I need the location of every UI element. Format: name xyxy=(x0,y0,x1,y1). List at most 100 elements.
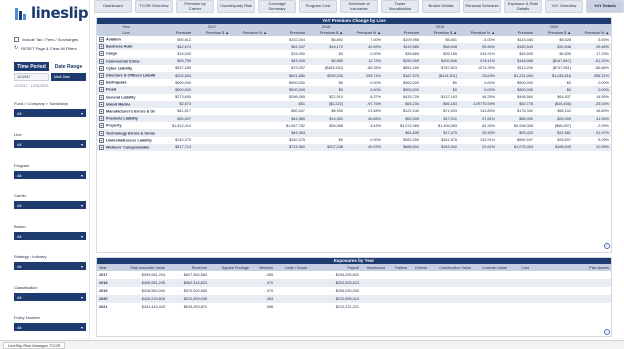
info-icon[interactable]: i xyxy=(604,329,610,335)
chevron-down-icon: ▾ xyxy=(80,233,83,239)
nav-tab-yoy-details[interactable]: YoY Details xyxy=(586,0,624,13)
exposures-column-header[interactable]: Plan Assets xyxy=(531,264,611,271)
line-label: Property xyxy=(106,123,122,128)
nav-tab-coverage-summary[interactable]: Coverage Summary xyxy=(258,0,296,13)
date-to-select[interactable]: Mark Date xyxy=(51,73,86,81)
table-cell: $43,349 xyxy=(269,57,307,65)
table-cell: 1074.25% xyxy=(459,64,497,72)
expand-icon[interactable]: + xyxy=(99,108,104,114)
chevron-down-icon: ▾ xyxy=(80,202,83,208)
nav-tab-yoy-overview[interactable]: YoY Overview xyxy=(545,0,583,13)
expand-icon[interactable]: + xyxy=(99,80,104,86)
table-cell: $341,875 xyxy=(421,136,459,144)
expand-icon[interactable]: + xyxy=(99,137,104,143)
expand-icon[interactable]: + xyxy=(99,51,104,57)
exposures-column-header[interactable]: Drivers xyxy=(409,264,429,271)
table-cell: $61,047 xyxy=(269,43,307,51)
exposures-column-header[interactable]: Trailers xyxy=(387,264,409,271)
filter-select-line[interactable]: All ▾ xyxy=(14,140,86,148)
filter-select-carrier[interactable]: All ▾ xyxy=(14,201,86,209)
exposures-cell: $575,002,689 xyxy=(167,287,209,295)
table-cell: $851,160 xyxy=(383,64,421,72)
filter-select-program[interactable]: All ▾ xyxy=(14,171,86,179)
table-row: + Umbrella/Excess Liability $240,375 $240,3… xyxy=(97,136,611,144)
nav-tab-tower-visualization[interactable]: Tower Visualization xyxy=(381,0,419,13)
table-cell: $18,172 xyxy=(307,43,345,51)
exposures-column-header[interactable]: Year xyxy=(97,264,115,271)
exposures-column-header[interactable]: Construction Value xyxy=(429,264,473,271)
expand-icon[interactable]: + xyxy=(99,123,104,129)
filter-select-fund[interactable]: All ▾ xyxy=(14,109,86,117)
expand-icon[interactable]: + xyxy=(99,94,104,100)
tab-date-range[interactable]: Date Range xyxy=(51,62,86,71)
exposures-column-header[interactable]: Headcount xyxy=(361,264,387,271)
expand-icon[interactable]: + xyxy=(99,101,104,107)
table-cell xyxy=(193,64,231,72)
table-cell xyxy=(231,43,269,51)
expand-icon[interactable]: + xyxy=(99,116,104,122)
exposures-column-header[interactable]: Payroll xyxy=(309,264,361,271)
exposures-row: 2018 $405,081,245 $562,316,823 479 $202,525,… xyxy=(97,279,611,287)
exposures-cell: 479 xyxy=(251,279,275,287)
nav-tab-counterparty-risk[interactable]: Counterparty Risk xyxy=(217,0,255,13)
chevron-down-icon: ▾ xyxy=(80,141,83,147)
table-cell: $26,165 xyxy=(421,50,459,58)
expand-icon[interactable]: + xyxy=(99,44,104,50)
table-cell: $30,637 xyxy=(155,115,193,123)
nav-tab-exposure-rate-details[interactable]: Exposure & Rate Details xyxy=(504,0,542,13)
info-icon[interactable]: i xyxy=(604,243,610,249)
table-cell: $56,102 xyxy=(535,107,573,116)
table-cell: 0.00% xyxy=(459,79,497,87)
exposures-cell xyxy=(361,287,387,295)
exposures-cell xyxy=(429,303,473,311)
date-from-input[interactable]: 1/1/2017 xyxy=(14,73,49,81)
exposures-column-header[interactable]: Contract Value xyxy=(473,264,509,271)
nav-tab-dashboard[interactable]: Dashboard xyxy=(94,0,132,13)
nav-tab-program-cost[interactable]: Program Cost xyxy=(299,0,337,13)
table-cell: 133.91% xyxy=(459,136,497,144)
reset-filters-button[interactable]: ↻ RESET Page & Clear All Filters xyxy=(14,45,77,51)
exposures-cell xyxy=(531,271,611,279)
exposures-column-header[interactable]: Total Insurable Value xyxy=(115,264,167,271)
expand-icon[interactable]: + xyxy=(99,144,104,150)
exposures-column-header[interactable]: Revenue xyxy=(167,264,209,271)
chevron-down-icon: ▾ xyxy=(80,324,83,330)
table-cell: $5,651 xyxy=(421,36,459,44)
filter-label-carrier: Carrier xyxy=(14,193,27,198)
table-row: + Cargo $15,000 $15,000 $0 0.00% $39,665 $26,16… xyxy=(97,50,611,58)
line-label: Cyber Liability xyxy=(106,66,133,71)
nav-tab-broker-details[interactable]: Broker Details xyxy=(422,0,460,13)
table-cell: $0 xyxy=(307,86,345,94)
exposures-column-header[interactable]: Square Footage xyxy=(209,264,251,271)
nav-tab-schedule-of-insurance[interactable]: Schedule of Insurance xyxy=(340,0,378,13)
nav-tab-renewal-schedule[interactable]: Renewal Schedule xyxy=(463,0,501,13)
expand-icon[interactable]: + xyxy=(99,65,104,71)
filter-select-broker[interactable]: All ▾ xyxy=(14,232,86,240)
expand-icon[interactable]: + xyxy=(99,58,104,64)
filter-select-policy[interactable]: All ▾ xyxy=(14,323,86,331)
expand-icon[interactable]: + xyxy=(99,73,104,79)
exposures-column-header[interactable]: Units / Doors xyxy=(275,264,309,271)
filter-select-strategy[interactable]: All ▾ xyxy=(14,262,86,270)
exposures-column-header[interactable]: Vehicles xyxy=(251,264,275,271)
table-cell: $22,910 xyxy=(307,93,345,101)
nav-tab-tcor-overview[interactable]: TCOR Overview xyxy=(135,0,173,13)
page-tab[interactable]: LineSlip Risk Manager TCOR xyxy=(3,342,66,349)
table-cell: $64,837 xyxy=(535,93,573,101)
checkbox-icon[interactable] xyxy=(14,37,19,42)
expand-icon[interactable]: + xyxy=(99,87,104,93)
filter-select-classification[interactable]: All ▾ xyxy=(14,293,86,301)
expand-icon[interactable]: + xyxy=(99,130,104,136)
exposures-column-header[interactable]: Cost xyxy=(509,264,531,271)
include-tax-toggle[interactable]: Include Tax / Fees / Surcharges xyxy=(14,37,78,42)
table-cell: $88,000 xyxy=(497,115,535,123)
exposures-cell xyxy=(531,287,611,295)
line-label: Aviation xyxy=(106,37,121,42)
table-cell xyxy=(231,129,269,137)
table-cell: 7.00% xyxy=(345,36,383,44)
expand-icon[interactable]: + xyxy=(99,37,104,43)
nav-tab-premium-by-carrier[interactable]: Premium by Carrier xyxy=(176,0,214,13)
table-cell: $6,528 xyxy=(535,36,573,44)
date-range-readout: 1/1/2017 - 12/31/2021 xyxy=(14,84,49,88)
tab-time-period[interactable]: Time Period xyxy=(14,62,49,71)
